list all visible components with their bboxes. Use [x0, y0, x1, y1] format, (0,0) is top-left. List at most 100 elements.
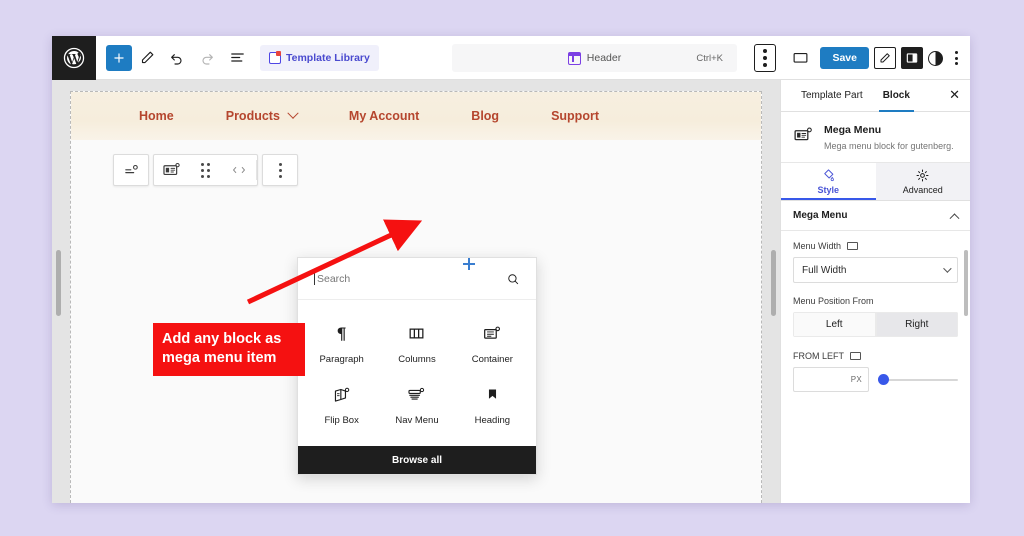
tab-template-part[interactable]: Template Part	[791, 80, 873, 112]
sidebar-scrollbar[interactable]	[964, 250, 968, 316]
callout-line-2: mega menu item	[162, 350, 277, 367]
canvas-scrollbar-left[interactable]	[56, 250, 61, 316]
editor-window: Template Library Header Ctrl+K Save Home…	[52, 36, 970, 503]
search-input[interactable]: Search	[314, 272, 500, 285]
columns-icon	[410, 328, 424, 339]
settings-sidebar: Template Part Block ✕ Mega Menu Mega men…	[780, 80, 970, 503]
block-inserter-popup: Search ¶ Paragraph Columns Container Fli…	[297, 257, 537, 475]
screenshot-root: Template Library Header Ctrl+K Save Home…	[0, 0, 1024, 536]
inserter-block-grid: ¶ Paragraph Columns Container Flip Box N…	[298, 300, 536, 446]
menu-position-left-option[interactable]: Left	[793, 312, 876, 338]
topbar-right-group: Save	[785, 36, 964, 80]
heading-bookmark-icon	[488, 389, 496, 399]
svg-text:¶: ¶	[337, 324, 347, 343]
desktop-icon[interactable]	[847, 242, 859, 251]
contrast-icon[interactable]	[928, 50, 943, 66]
inserter-item-paragraph[interactable]: ¶ Paragraph	[304, 314, 379, 375]
from-left-unit: PX	[850, 375, 862, 385]
template-part-icon	[567, 51, 581, 65]
inserter-item-flip-box[interactable]: Flip Box	[304, 375, 379, 436]
nav-items: Home Products My Account Blog Support	[113, 107, 625, 123]
menu-width-label-row: Menu Width	[793, 241, 958, 251]
nav-item-support[interactable]: Support	[525, 109, 625, 123]
container-icon	[484, 326, 501, 339]
tab-style[interactable]: Style	[781, 163, 876, 201]
nav-item-blog[interactable]: Blog	[445, 109, 525, 123]
edit-pencil-icon[interactable]	[132, 43, 162, 73]
list-view-icon[interactable]	[222, 43, 252, 73]
options-kebab-icon[interactable]	[948, 50, 964, 66]
inserter-item-nav-menu[interactable]: Nav Menu	[379, 375, 454, 436]
inserter-item-label: Nav Menu	[395, 415, 439, 426]
inserter-item-label: Heading	[474, 415, 511, 426]
template-library-icon	[269, 50, 281, 64]
inline-inserter-plus-icon[interactable]	[463, 258, 475, 270]
sidebar-tabs: Template Part Block ✕	[781, 80, 970, 112]
block-toolbar-main-group	[153, 154, 258, 186]
block-toolbar-options-group	[262, 154, 298, 186]
editor-canvas: Home Products My Account Blog Support Ad…	[52, 80, 780, 503]
nav-item-products[interactable]: Products	[200, 107, 323, 123]
inserter-search-row[interactable]: Search	[298, 258, 536, 300]
command-shortcut: Ctrl+K	[696, 52, 723, 64]
from-left-label: FROM LEFT	[793, 351, 844, 362]
callout-line-1: Add any block as	[162, 331, 282, 347]
canvas-scrollbar-right[interactable]	[771, 250, 776, 316]
menu-width-select[interactable]: Full Width	[793, 257, 958, 284]
from-left-control-row: PX	[793, 367, 958, 393]
flip-box-icon	[334, 387, 349, 402]
tab-style-label: Style	[817, 185, 839, 196]
select-parent-mega-menu-icon[interactable]	[114, 154, 148, 186]
from-left-input[interactable]: PX	[793, 367, 869, 393]
browse-all-button[interactable]: Browse all	[298, 446, 536, 474]
drag-handle-icon[interactable]	[188, 154, 222, 186]
slider-knob[interactable]	[878, 374, 889, 386]
sidebar-toggle-icon[interactable]	[901, 47, 923, 69]
block-options-kebab-icon[interactable]	[263, 154, 297, 186]
wordpress-logo-icon[interactable]	[52, 36, 96, 80]
document-tools-button[interactable]	[754, 44, 776, 72]
inserter-item-heading[interactable]: Heading	[455, 375, 530, 436]
undo-icon[interactable]	[162, 43, 192, 73]
block-card: Mega Menu Mega menu block for gutenberg.	[781, 112, 970, 164]
panel-header-mega-menu[interactable]: Mega Menu	[781, 201, 970, 232]
menu-width-label: Menu Width	[793, 241, 842, 252]
block-toolbar-parent-group	[113, 154, 149, 186]
inserter-item-label: Flip Box	[324, 415, 359, 426]
menu-position-right-option[interactable]: Right	[875, 312, 958, 338]
inserter-item-columns[interactable]: Columns	[379, 314, 454, 375]
tab-advanced-label: Advanced	[902, 185, 943, 196]
inserter-item-label: Container	[471, 354, 513, 365]
redo-icon[interactable]	[192, 43, 222, 73]
block-toolbar	[113, 154, 298, 186]
toolbar-divider	[256, 160, 257, 180]
search-icon	[508, 273, 519, 284]
add-block-button[interactable]	[106, 44, 132, 71]
inserter-item-container[interactable]: Container	[455, 314, 530, 375]
tab-advanced[interactable]: Advanced	[875, 163, 970, 201]
view-desktop-icon[interactable]	[785, 43, 815, 73]
panel-body: Menu Width Full Width Menu Position From…	[781, 231, 970, 400]
save-button[interactable]: Save	[820, 47, 869, 69]
chevron-down-icon	[943, 264, 952, 273]
move-arrows-icon[interactable]	[222, 154, 256, 186]
settings-pencil-icon[interactable]	[874, 47, 896, 69]
nav-item-label: My Account	[348, 109, 420, 123]
site-navigation-bar: Home Products My Account Blog Support	[71, 92, 761, 140]
inserter-item-label: Columns	[398, 354, 436, 365]
nav-item-home[interactable]: Home	[113, 109, 200, 123]
template-library-button[interactable]: Template Library	[260, 44, 379, 71]
tab-block[interactable]: Block	[873, 80, 920, 112]
block-card-meta: Mega Menu Mega menu block for gutenberg.	[824, 124, 954, 152]
close-icon[interactable]: ✕	[949, 88, 960, 101]
desktop-icon[interactable]	[850, 352, 861, 361]
inserter-item-label: Paragraph	[319, 354, 364, 365]
from-left-slider[interactable]	[878, 373, 958, 387]
nav-item-label: Home	[139, 109, 174, 123]
document-title-bar[interactable]: Header Ctrl+K	[452, 44, 737, 72]
from-left-label-row: FROM LEFT	[793, 351, 958, 361]
mega-menu-icon[interactable]	[154, 154, 188, 186]
nav-item-my-account[interactable]: My Account	[323, 109, 445, 123]
menu-position-segmented-control: Left Right	[793, 312, 958, 338]
slider-track	[878, 378, 958, 381]
